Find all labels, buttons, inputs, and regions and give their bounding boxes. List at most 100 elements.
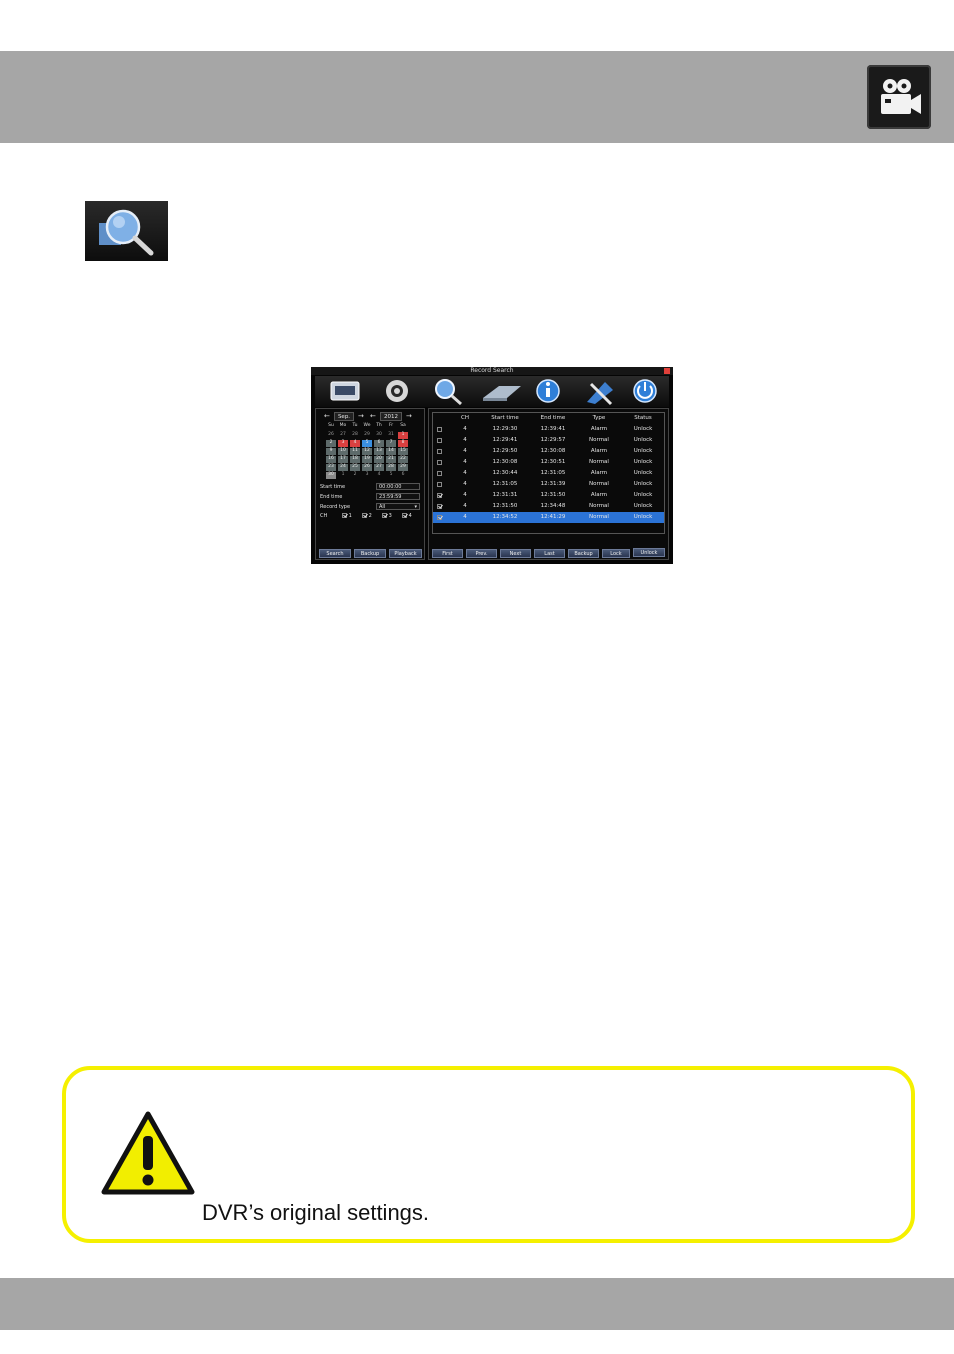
channel-2-checkbox[interactable]: 2 — [362, 513, 372, 519]
prev-button[interactable]: Prev. — [466, 549, 497, 558]
calendar-day[interactable]: 4 — [350, 440, 360, 447]
cell-status: Unlock — [633, 437, 653, 443]
calendar-day[interactable]: 9 — [326, 448, 336, 455]
channel-4-checkbox[interactable]: 4 — [402, 513, 412, 519]
table-row[interactable]: 4 12:31:50 12:34:48 Normal Unlock — [433, 501, 664, 512]
playback-button[interactable]: Playback — [389, 549, 422, 558]
lock-button[interactable]: Lock — [602, 549, 630, 558]
cell-start: 12:34:52 — [492, 514, 518, 520]
calendar-day[interactable]: 29 — [362, 432, 372, 439]
record-type-label: Record type — [320, 504, 351, 510]
calendar-day[interactable]: 26 — [362, 464, 372, 471]
calendar-day[interactable]: 7 — [386, 440, 396, 447]
calendar-day[interactable]: 5 — [386, 472, 396, 479]
calendar-day[interactable]: 8 — [398, 440, 408, 447]
tools-icon[interactable] — [587, 382, 613, 406]
calendar-day[interactable]: 19 — [362, 456, 372, 463]
month-field[interactable]: Sep. — [334, 412, 354, 421]
table-row[interactable]: 4 12:30:44 12:31:05 Alarm Unlock — [433, 468, 664, 479]
power-icon[interactable] — [633, 379, 657, 403]
table-row[interactable]: 4 12:31:05 12:31:39 Normal Unlock — [433, 479, 664, 490]
calendar-day[interactable]: 1 — [338, 472, 348, 479]
last-button[interactable]: Last — [534, 549, 565, 558]
calendar-day[interactable]: 25 — [350, 464, 360, 471]
backup-button[interactable]: Backup — [354, 549, 386, 558]
end-time-input[interactable]: 23:59:59 — [376, 493, 420, 500]
row-checkbox[interactable] — [437, 427, 442, 432]
warning-text: DVR’s original settings. — [202, 1200, 430, 1225]
calendar-day[interactable]: 27 — [374, 464, 384, 471]
calendar-day[interactable]: 31 — [386, 432, 396, 439]
unlock-button[interactable]: Unlock — [633, 548, 665, 557]
search-icon[interactable] — [435, 379, 462, 406]
channel-1-checkbox[interactable]: 1 — [342, 513, 352, 519]
calendar-day[interactable]: 14 — [386, 448, 396, 455]
disk-icon[interactable] — [483, 386, 521, 401]
weekday-label: Sa — [400, 423, 406, 428]
calendar-day[interactable]: 30 — [326, 472, 336, 479]
settings-icon[interactable] — [386, 380, 408, 402]
calendar-day[interactable]: 27 — [338, 432, 348, 439]
calendar-day[interactable]: 5 — [362, 440, 372, 447]
row-checkbox[interactable] — [437, 504, 442, 509]
row-checkbox[interactable] — [437, 493, 442, 498]
calendar-day[interactable]: 18 — [350, 456, 360, 463]
calendar-day[interactable]: 6 — [374, 440, 384, 447]
first-button[interactable]: First — [432, 549, 463, 558]
system-icon[interactable] — [330, 381, 360, 401]
record-type-select[interactable]: All ▾ — [376, 503, 420, 510]
calendar-day[interactable]: 2 — [326, 440, 336, 447]
next-button[interactable]: Next — [500, 549, 531, 558]
calendar-day[interactable]: 17 — [338, 456, 348, 463]
start-time-input[interactable]: 00:00:00 — [376, 483, 420, 490]
info-icon[interactable] — [536, 379, 560, 403]
row-checkbox[interactable] — [437, 438, 442, 443]
row-checkbox[interactable] — [437, 471, 442, 476]
header-type: Type — [592, 415, 606, 421]
calendar-day[interactable]: 12 — [362, 448, 372, 455]
calendar-day[interactable]: 1 — [398, 432, 408, 439]
calendar-day[interactable]: 3 — [338, 440, 348, 447]
year-field[interactable]: 2012 — [380, 412, 402, 421]
row-checkbox[interactable] — [437, 515, 442, 520]
table-row[interactable]: 4 12:29:30 12:39:41 Alarm Unlock — [433, 424, 664, 435]
cell-end: 12:30:08 — [540, 448, 566, 454]
table-row[interactable]: 4 12:30:08 12:30:51 Normal Unlock — [433, 457, 664, 468]
calendar-day[interactable]: 16 — [326, 456, 336, 463]
calendar-day[interactable]: 26 — [326, 432, 336, 439]
calendar-day[interactable]: 21 — [386, 456, 396, 463]
calendar-day[interactable]: 6 — [398, 472, 408, 479]
channel-3-checkbox[interactable]: 3 — [382, 513, 392, 519]
table-row[interactable]: 4 12:34:52 12:41:29 Normal Unlock — [433, 512, 664, 523]
table-row[interactable]: 4 12:29:41 12:29:57 Normal Unlock — [433, 435, 664, 446]
table-row[interactable]: 4 12:29:50 12:30:08 Alarm Unlock — [433, 446, 664, 457]
month-next-icon[interactable]: → — [358, 412, 364, 421]
calendar-day[interactable]: 11 — [350, 448, 360, 455]
calendar-day[interactable]: 23 — [326, 464, 336, 471]
cell-type: Alarm — [590, 470, 608, 476]
calendar-day[interactable]: 28 — [386, 464, 396, 471]
year-prev-icon[interactable]: ← — [370, 412, 376, 421]
backup-list-button[interactable]: Backup — [568, 549, 599, 558]
close-icon[interactable] — [664, 368, 670, 374]
cell-type: Alarm — [590, 426, 608, 432]
row-checkbox[interactable] — [437, 449, 442, 454]
calendar-day[interactable]: 10 — [338, 448, 348, 455]
search-button[interactable]: Search — [319, 549, 351, 558]
row-checkbox[interactable] — [437, 482, 442, 487]
calendar-day[interactable]: 2 — [350, 472, 360, 479]
calendar-day[interactable]: 28 — [350, 432, 360, 439]
row-checkbox[interactable] — [437, 460, 442, 465]
month-prev-icon[interactable]: ← — [324, 412, 330, 421]
calendar-day[interactable]: 4 — [374, 472, 384, 479]
calendar-day[interactable]: 29 — [398, 464, 408, 471]
calendar-day[interactable]: 20 — [374, 456, 384, 463]
year-next-icon[interactable]: → — [406, 412, 412, 421]
calendar-day[interactable]: 15 — [398, 448, 408, 455]
table-row[interactable]: 4 12:31:31 12:31:50 Alarm Unlock — [433, 490, 664, 501]
calendar-day[interactable]: 3 — [362, 472, 372, 479]
calendar-day[interactable]: 13 — [374, 448, 384, 455]
calendar-day[interactable]: 30 — [374, 432, 384, 439]
calendar-day[interactable]: 22 — [398, 456, 408, 463]
calendar-day[interactable]: 24 — [338, 464, 348, 471]
